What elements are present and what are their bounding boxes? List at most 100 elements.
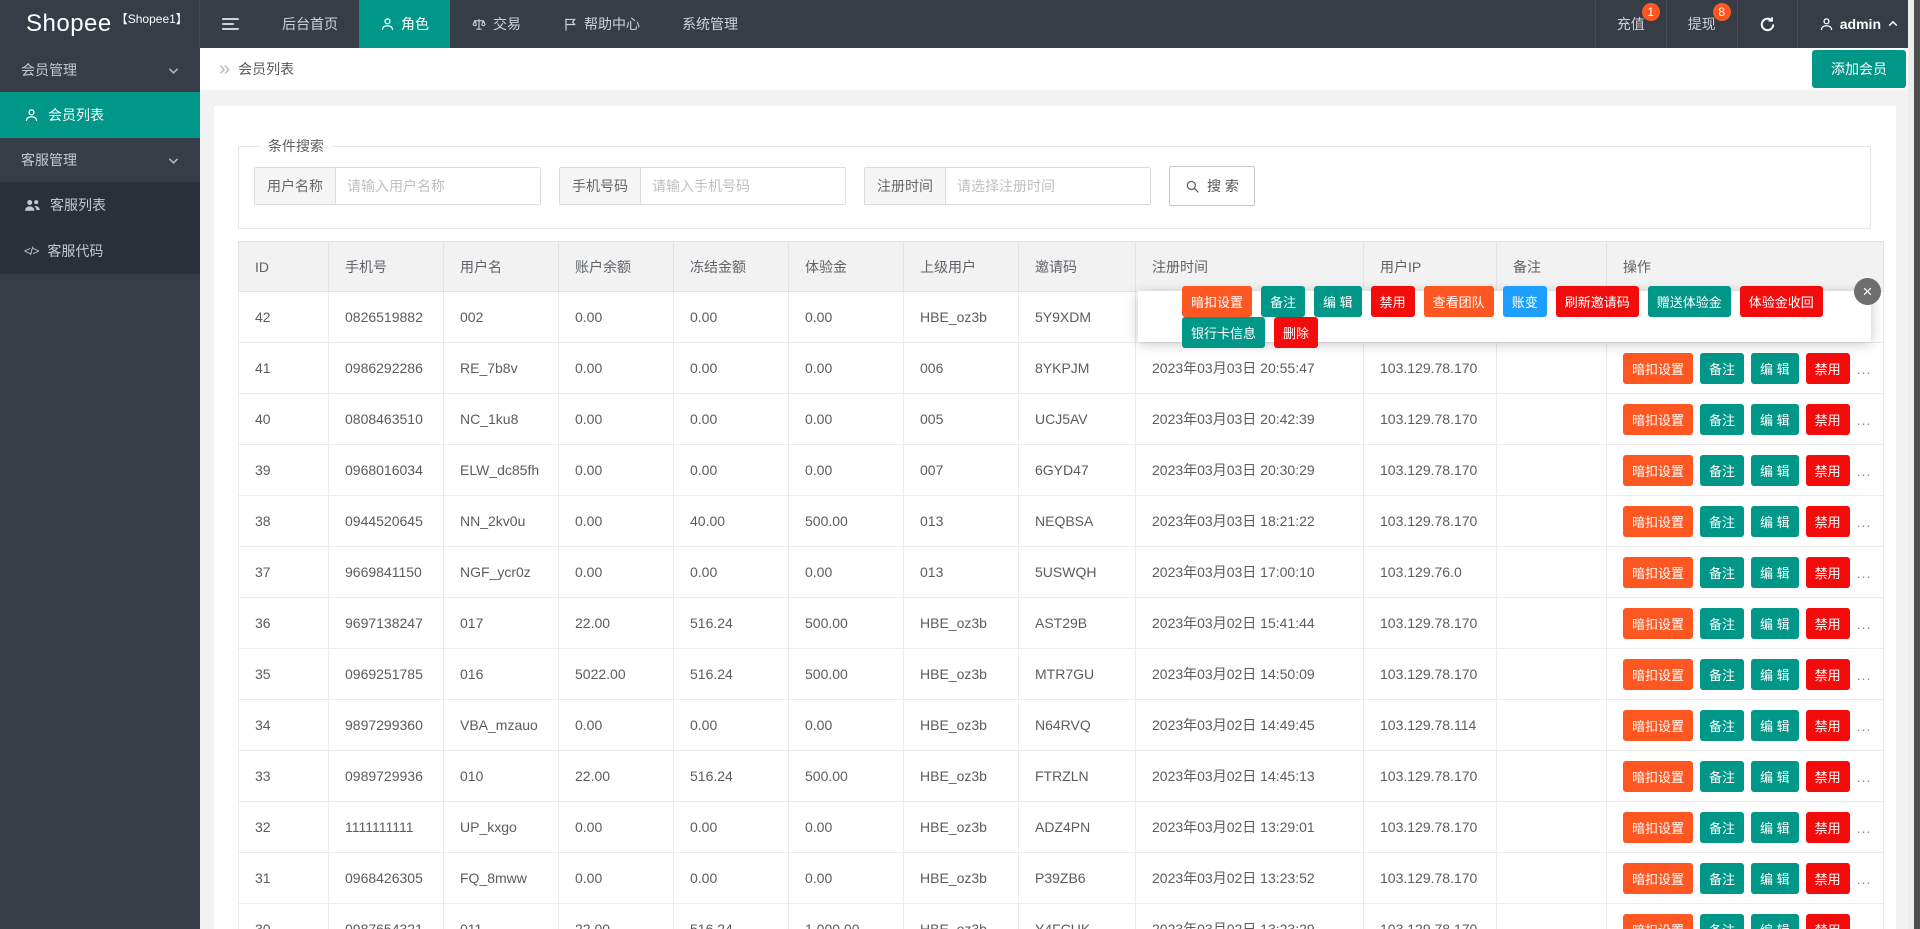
withdraw-button[interactable]: 提现 8 (1665, 0, 1737, 48)
nav-item-help-center[interactable]: 帮助中心 (542, 0, 661, 48)
sidebar-collapse-icon[interactable] (200, 0, 261, 48)
disable-button[interactable]: 禁用 (1370, 285, 1415, 317)
more-actions[interactable]: ... (1857, 667, 1872, 683)
sidebar-item-label: 会员列表 (48, 107, 104, 123)
recharge-button[interactable]: 充值 1 (1594, 0, 1666, 48)
delete-button[interactable]: 删除 (1274, 316, 1319, 348)
sidebar-section-member-management[interactable]: 会员管理 (0, 48, 200, 92)
balance-change-button[interactable]: 账变 (1502, 285, 1547, 317)
more-actions[interactable]: ... (1857, 361, 1872, 377)
search-button[interactable]: 搜 索 (1169, 166, 1255, 206)
remark-button[interactable]: 备注 (1700, 403, 1745, 435)
nav-item-dashboard[interactable]: 后台首页 (261, 0, 359, 48)
edit-button[interactable]: 编 辑 (1751, 352, 1799, 384)
table-row: 35 0969251785 016 5022.00 516.24 500.00 HBE_oz… (238, 648, 1884, 700)
scrollbar-thumb[interactable] (1914, 0, 1920, 929)
user-menu[interactable]: admin (1796, 0, 1920, 48)
hidden-deduct-button[interactable]: 暗扣设置 (1623, 607, 1694, 639)
hidden-deduct-button[interactable]: 暗扣设置 (1623, 454, 1694, 486)
more-actions[interactable]: ... (1857, 412, 1872, 428)
username-input[interactable] (336, 168, 540, 204)
more-actions[interactable]: ... (1857, 565, 1872, 581)
disable-button[interactable]: 禁用 (1805, 403, 1850, 435)
hidden-deduct-button[interactable]: 暗扣设置 (1182, 285, 1253, 317)
remark-button[interactable]: 备注 (1261, 285, 1306, 317)
remark-button[interactable]: 备注 (1700, 811, 1745, 843)
member-list-card: 条件搜索 用户名称 手机号码 注册时间 (214, 106, 1896, 929)
edit-button[interactable]: 编 辑 (1751, 709, 1799, 741)
disable-button[interactable]: 禁用 (1805, 607, 1850, 639)
more-actions[interactable]: ... (1857, 463, 1872, 479)
view-team-button[interactable]: 查看团队 (1423, 285, 1494, 317)
edit-button[interactable]: 编 辑 (1751, 913, 1799, 929)
refresh-invite-code-button[interactable]: 刷新邀请码 (1555, 285, 1639, 317)
table-cell: 011 (443, 903, 559, 929)
nav-item-roles[interactable]: 角色 (359, 0, 450, 48)
hidden-deduct-button[interactable]: 暗扣设置 (1623, 403, 1694, 435)
disable-button[interactable]: 禁用 (1805, 862, 1850, 894)
hidden-deduct-button[interactable]: 暗扣设置 (1623, 913, 1694, 929)
regtime-input[interactable] (946, 168, 1150, 204)
edit-button[interactable]: 编 辑 (1751, 658, 1799, 690)
more-actions[interactable]: ... (1857, 514, 1872, 530)
phone-input[interactable] (641, 168, 845, 204)
hidden-deduct-button[interactable]: 暗扣设置 (1623, 862, 1694, 894)
reclaim-trial-money-button[interactable]: 体验金收回 (1739, 285, 1823, 317)
more-actions[interactable]: ... (1857, 616, 1872, 632)
sidebar-item-service-list[interactable]: 客服列表 (0, 182, 200, 228)
bank-card-info-button[interactable]: 银行卡信息 (1182, 316, 1266, 348)
refresh-button[interactable] (1736, 0, 1797, 48)
hidden-deduct-button[interactable]: 暗扣设置 (1623, 352, 1694, 384)
sidebar-item-member-list[interactable]: 会员列表 (0, 92, 200, 138)
nav-item-transactions[interactable]: 交易 (450, 0, 542, 48)
logo-area: Shopee 【Shopee1】 (0, 0, 200, 48)
remark-button[interactable]: 备注 (1700, 709, 1745, 741)
edit-button[interactable]: 编 辑 (1751, 607, 1799, 639)
disable-button[interactable]: 禁用 (1805, 454, 1850, 486)
edit-button[interactable]: 编 辑 (1751, 454, 1799, 486)
edit-button[interactable]: 编 辑 (1314, 285, 1362, 317)
disable-button[interactable]: 禁用 (1805, 505, 1850, 537)
disable-button[interactable]: 禁用 (1805, 352, 1850, 384)
more-actions[interactable]: ... (1857, 820, 1872, 836)
more-actions[interactable]: ... (1857, 871, 1872, 887)
edit-button[interactable]: 编 辑 (1751, 556, 1799, 588)
more-actions[interactable]: ... (1857, 922, 1872, 929)
disable-button[interactable]: 禁用 (1805, 913, 1850, 929)
edit-button[interactable]: 编 辑 (1751, 403, 1799, 435)
disable-button[interactable]: 禁用 (1805, 709, 1850, 741)
table-cell: 33 (238, 750, 329, 802)
disable-button[interactable]: 禁用 (1805, 556, 1850, 588)
hidden-deduct-button[interactable]: 暗扣设置 (1623, 760, 1694, 792)
remark-button[interactable]: 备注 (1700, 556, 1745, 588)
more-actions[interactable]: ... (1857, 718, 1872, 734)
hidden-deduct-button[interactable]: 暗扣设置 (1623, 556, 1694, 588)
sidebar-section-service-management[interactable]: 客服管理 (0, 138, 200, 182)
hidden-deduct-button[interactable]: 暗扣设置 (1623, 709, 1694, 741)
hidden-deduct-button[interactable]: 暗扣设置 (1623, 505, 1694, 537)
sidebar-item-service-code[interactable]: </> 客服代码 (0, 228, 200, 274)
edit-button[interactable]: 编 辑 (1751, 760, 1799, 792)
table-header-row: ID 手机号 用户名 账户余额 冻结金额 体验金 上级用户 邀请码 注册时间 用户IP 备注 操作 (238, 241, 1884, 292)
remark-button[interactable]: 备注 (1700, 760, 1745, 792)
remark-button[interactable]: 备注 (1700, 454, 1745, 486)
remark-button[interactable]: 备注 (1700, 862, 1745, 894)
hidden-deduct-button[interactable]: 暗扣设置 (1623, 658, 1694, 690)
remark-button[interactable]: 备注 (1700, 352, 1745, 384)
remark-button[interactable]: 备注 (1700, 505, 1745, 537)
disable-button[interactable]: 禁用 (1805, 811, 1850, 843)
disable-button[interactable]: 禁用 (1805, 658, 1850, 690)
edit-button[interactable]: 编 辑 (1751, 862, 1799, 894)
hidden-deduct-button[interactable]: 暗扣设置 (1623, 811, 1694, 843)
nav-item-system-settings[interactable]: 系统管理 (661, 0, 759, 48)
gift-trial-money-button[interactable]: 赠送体验金 (1647, 285, 1731, 317)
remark-button[interactable]: 备注 (1700, 913, 1745, 929)
more-actions[interactable]: ... (1857, 769, 1872, 785)
edit-button[interactable]: 编 辑 (1751, 811, 1799, 843)
add-member-button[interactable]: 添加会员 (1812, 50, 1906, 88)
edit-button[interactable]: 编 辑 (1751, 505, 1799, 537)
remark-button[interactable]: 备注 (1700, 607, 1745, 639)
close-icon[interactable]: × (1854, 278, 1881, 305)
remark-button[interactable]: 备注 (1700, 658, 1745, 690)
disable-button[interactable]: 禁用 (1805, 760, 1850, 792)
